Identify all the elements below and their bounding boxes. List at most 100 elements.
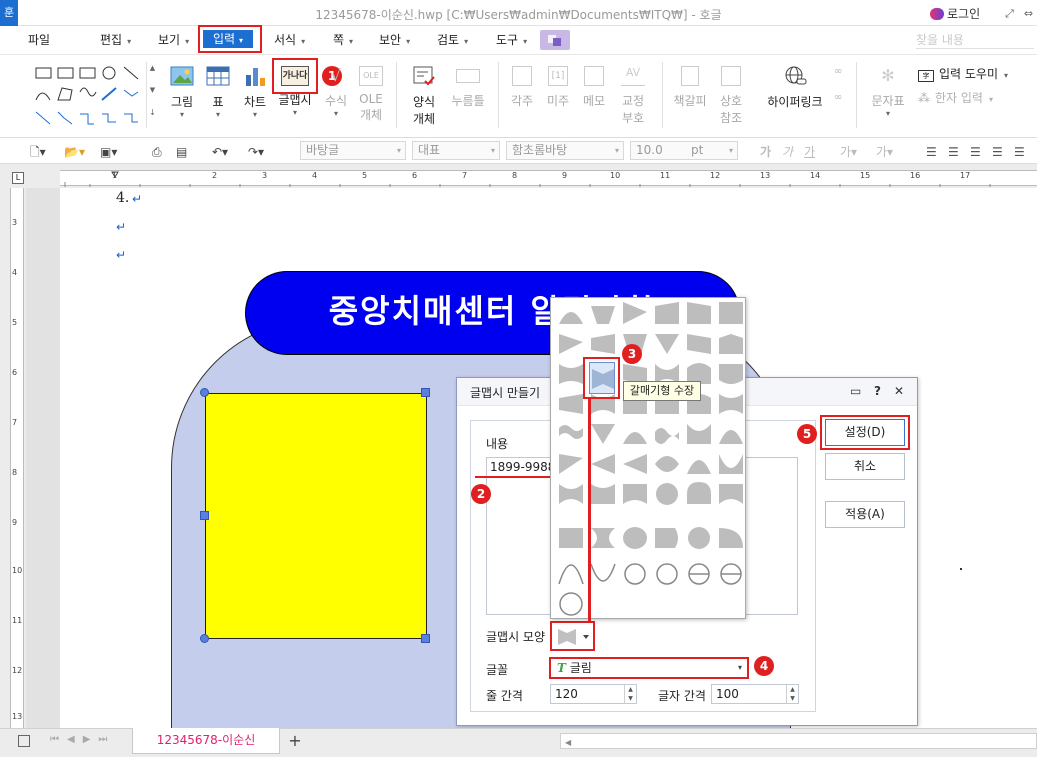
resize-handle[interactable]: [200, 634, 209, 643]
dialog-comment-icon[interactable]: ▭: [850, 384, 861, 398]
vruler-number: 9: [12, 518, 18, 527]
tab-type-icon[interactable]: L: [12, 172, 24, 184]
picture-label: 그림: [170, 95, 194, 109]
menu-format[interactable]: 서식 ▾: [274, 31, 305, 49]
field-button[interactable]: 누름틀: [449, 60, 487, 130]
proofread-button[interactable]: AV 교정 부호: [614, 60, 652, 130]
expand-icon[interactable]: ⇔: [1022, 7, 1035, 20]
justify-icon[interactable]: ☰: [926, 144, 937, 160]
open-folder-icon[interactable]: 📂▾: [64, 144, 85, 160]
tab-nav-icons[interactable]: ⏮◀▶⏭: [50, 734, 115, 745]
resize-handle[interactable]: [421, 388, 430, 397]
memo-button[interactable]: 메모: [578, 60, 610, 130]
form-object-button[interactable]: 양식 개체: [405, 60, 443, 130]
search-input[interactable]: 찾을 내용: [916, 31, 1034, 49]
align-left-icon[interactable]: ☰: [948, 144, 959, 160]
shape-gallery-scroll[interactable]: ▲ ▼ ↓: [146, 62, 158, 128]
resize-handle[interactable]: [421, 634, 430, 643]
shape-gallery[interactable]: [32, 62, 144, 130]
text-color-icon[interactable]: 가▾: [876, 144, 893, 160]
shape-picker-button[interactable]: [550, 621, 595, 651]
ruler-number: 6: [412, 171, 418, 180]
selected-rectangle[interactable]: [205, 393, 427, 639]
menu-view-label: 보기: [158, 33, 181, 47]
menu-view[interactable]: 보기 ▾: [158, 31, 189, 49]
horizontal-scrollbar[interactable]: ◀: [560, 733, 1037, 749]
style-select[interactable]: 바탕글 ▾: [300, 141, 406, 160]
font-size-value: 10.0: [636, 143, 663, 157]
glyph-art-highlight: [272, 58, 318, 94]
line-spacing-input[interactable]: 120 ▲ ▼: [550, 684, 637, 704]
chevron-down-icon: ▾: [301, 37, 306, 46]
bookmark-label: 책갈피: [673, 94, 707, 108]
vruler-number: 7: [12, 418, 18, 427]
print-icon[interactable]: ⎙: [152, 144, 162, 160]
italic-icon[interactable]: 가: [782, 144, 793, 160]
font-size-input[interactable]: 10.0 pt ▾: [630, 141, 738, 160]
align-right-icon[interactable]: ☰: [992, 144, 1003, 160]
spinner-icon[interactable]: ▲ ▼: [786, 685, 798, 703]
resize-handle[interactable]: [200, 511, 209, 520]
close-icon[interactable]: ✕: [894, 384, 904, 398]
link-icon[interactable]: ∞: [834, 66, 848, 80]
layout-toggle-button[interactable]: [540, 30, 570, 50]
align-center-icon[interactable]: ☰: [970, 144, 981, 160]
footnote-button[interactable]: 각주: [506, 60, 538, 130]
font-select[interactable]: T 글림 ▾: [549, 657, 749, 679]
underline-icon[interactable]: 가: [804, 144, 815, 160]
menu-file[interactable]: 파일: [28, 31, 50, 49]
crossref-button[interactable]: 상호 참조: [714, 60, 748, 130]
font-select-value: 함초롬바탕: [512, 143, 568, 157]
table-button[interactable]: 표 ▾: [203, 60, 233, 130]
horizontal-ruler[interactable]: [60, 170, 1037, 187]
charmap-button[interactable]: ✻ 문자표 ▾: [868, 60, 908, 130]
char-spacing-input[interactable]: 100 ▲ ▼: [711, 684, 799, 704]
bookmark-button[interactable]: 책갈피: [670, 60, 710, 130]
apply-button[interactable]: 적용(A): [825, 501, 905, 528]
add-tab-button[interactable]: +: [284, 731, 306, 751]
menu-edit[interactable]: 편집 ▾: [100, 31, 131, 49]
endnote-button[interactable]: [1] 미주: [542, 60, 574, 130]
ribbon-separator: [396, 62, 397, 128]
menu-security[interactable]: 보안 ▾: [379, 31, 410, 49]
menu-page-label: 쪽: [333, 33, 345, 47]
hyperlink-button[interactable]: 하이퍼링크: [764, 60, 826, 130]
menu-tools[interactable]: 도구 ▾: [496, 31, 527, 49]
login-button[interactable]: 로그인: [930, 5, 990, 22]
chevron-down-icon: ▾: [185, 37, 190, 46]
fullscreen-icon[interactable]: ⤢: [1003, 7, 1016, 20]
undo-icon[interactable]: ↶▾: [212, 144, 228, 160]
new-document-icon[interactable]: 🗋▾: [30, 144, 46, 160]
vruler-number: 10: [12, 566, 23, 575]
preview-icon[interactable]: ▤: [176, 144, 187, 160]
formula-button[interactable]: √ 수식 ▾: [322, 60, 350, 130]
distribute-icon[interactable]: ☰: [1014, 144, 1025, 160]
unlink-icon[interactable]: ∞: [834, 92, 848, 106]
strikethrough-icon[interactable]: 가▾: [840, 144, 857, 160]
font-lang-select[interactable]: 대표 ▾: [412, 141, 500, 160]
cancel-button[interactable]: 취소: [825, 453, 905, 480]
vruler-number: 13: [12, 712, 23, 721]
resize-handle[interactable]: [200, 388, 209, 397]
menu-file-label: 파일: [28, 33, 51, 47]
font-select[interactable]: 함초롬바탕 ▾: [506, 141, 624, 160]
ruler-number: 7: [462, 171, 468, 180]
menu-page[interactable]: 쪽 ▾: [333, 31, 353, 49]
picture-button[interactable]: 그림 ▾: [165, 60, 199, 130]
comment-icon[interactable]: [18, 735, 30, 747]
hanja-input-button[interactable]: ⁂ 한자 입력 ▾: [918, 89, 1028, 105]
spinner-icon[interactable]: ▲ ▼: [624, 685, 636, 703]
redo-icon[interactable]: ↷▾: [248, 144, 264, 160]
input-helper-button[interactable]: 字 입력 도우미 ▾: [918, 65, 1028, 82]
help-icon[interactable]: ?: [874, 384, 881, 398]
chevron-down-icon: ▾: [127, 37, 132, 46]
ole-button[interactable]: OLE OLE 개체: [354, 60, 388, 130]
menu-review[interactable]: 검토 ▾: [437, 31, 468, 49]
menu-input[interactable]: 입력 ▾: [203, 30, 253, 48]
ruler-number: 8: [512, 171, 518, 180]
chart-button[interactable]: 차트 ▾: [239, 60, 271, 130]
save-icon[interactable]: ▣▾: [100, 144, 117, 160]
document-tab[interactable]: 12345678-이순신: [132, 728, 280, 754]
set-button[interactable]: 설정(D): [825, 419, 905, 446]
bold-icon[interactable]: 가: [760, 144, 771, 160]
